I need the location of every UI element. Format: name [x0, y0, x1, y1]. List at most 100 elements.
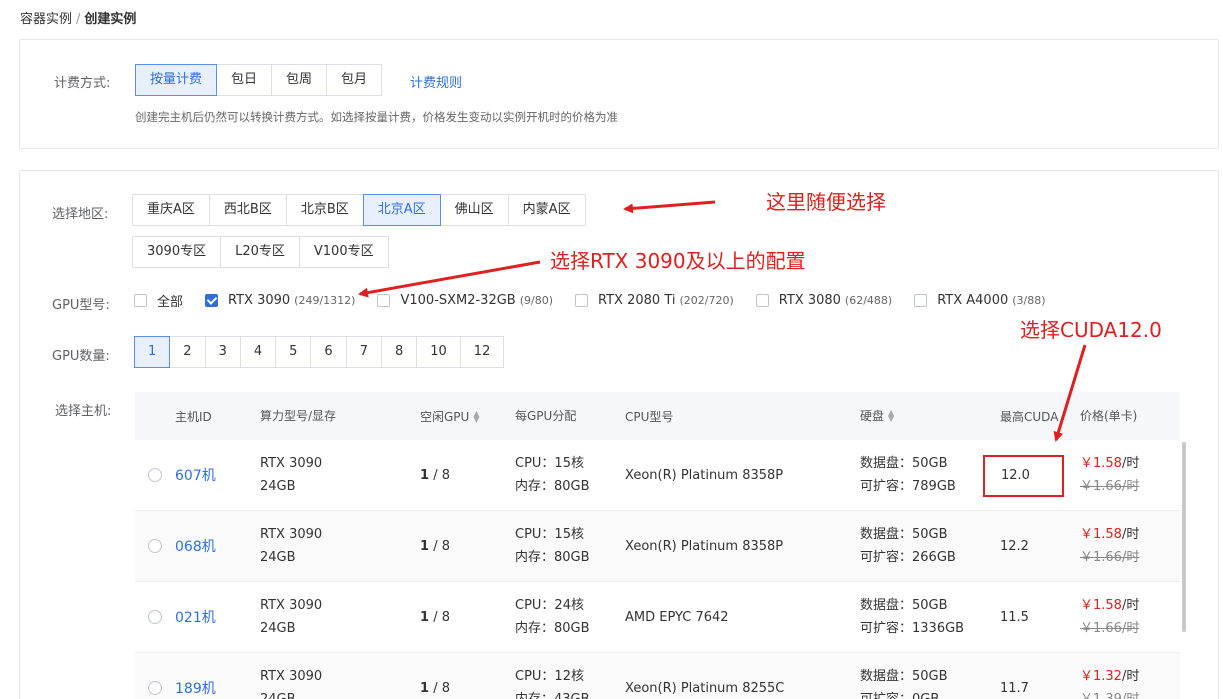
col-free-gpu-label: 空闲GPU [420, 409, 470, 424]
host-id-link[interactable]: 189机 [175, 681, 216, 697]
host-price-unit: /时 [1121, 456, 1140, 471]
host-mem-alloc: 内存：80GB [515, 479, 590, 494]
region-option-v100-zone[interactable]: V100专区 [298, 236, 389, 268]
gpu-model-count: (62/488) [844, 294, 893, 307]
gpu-count-8[interactable]: 8 [380, 336, 418, 368]
col-alloc: 每GPU分配 [515, 408, 577, 423]
checkbox-icon[interactable] [755, 294, 769, 307]
host-disk: 数据盘：50GB [860, 598, 948, 613]
gpu-count-4[interactable]: 4 [239, 336, 277, 368]
breadcrumb-parent[interactable]: 容器实例 [20, 12, 72, 27]
host-cuda: 11.7 [1000, 680, 1029, 696]
radio-icon[interactable] [148, 468, 162, 482]
region-option-beijing-a[interactable]: 北京A区 [362, 194, 441, 226]
checkbox-icon[interactable] [575, 294, 589, 307]
host-free-gpu: 1 / 8 [420, 468, 515, 483]
gpu-model-v100[interactable]: V100-SXM2-32GB (9/80) [377, 293, 553, 308]
host-model: RTX 3090 [260, 527, 323, 542]
gpu-count-5[interactable]: 5 [275, 336, 312, 368]
gpu-count-label: GPU数量: [52, 349, 110, 364]
billing-option-weekly[interactable]: 包周 [271, 64, 328, 96]
host-disk: 数据盘：50GB [860, 669, 948, 684]
host-old-price: ￥1.66/时 [1080, 621, 1140, 636]
radio-icon[interactable] [148, 610, 162, 624]
host-cpu-alloc: CPU：12核 [515, 669, 584, 684]
gpu-model-all[interactable]: 全部 [134, 291, 183, 310]
host-price-value: ￥1.58 [1080, 598, 1122, 613]
host-price-unit: /时 [1121, 669, 1140, 684]
checkbox-icon[interactable] [377, 294, 391, 307]
region-option-beijing-b[interactable]: 北京B区 [285, 194, 364, 226]
gpu-count-10[interactable]: 10 [416, 336, 461, 368]
host-price-value: ￥1.58 [1080, 527, 1122, 542]
region-option-chongqing-a[interactable]: 重庆A区 [132, 194, 210, 226]
col-cpu-model: CPU型号 [625, 409, 674, 424]
host-label: 选择主机: [55, 404, 112, 419]
gpu-count-7[interactable]: 7 [345, 336, 382, 368]
host-free-count: 1 [420, 467, 430, 483]
table-row[interactable]: 021机 RTX 3090 24GB 1 / 8 CPU：24核 内存：80GB AMD E… [135, 582, 1180, 653]
region-option-neimeng-a[interactable]: 内蒙A区 [507, 194, 586, 226]
host-total-gpu: / 8 [433, 680, 450, 696]
host-table: 主机ID 算力型号/显存 空闲GPU ▲ ▼ 每GPU分配 CPU型号 硬盘 ▲ ▼ 最… [135, 392, 1180, 699]
host-vram: 24GB [260, 550, 296, 565]
col-free-gpu[interactable]: 空闲GPU ▲ ▼ [420, 408, 515, 425]
host-free-count: 1 [420, 680, 430, 696]
billing-rules-link[interactable]: 计费规则 [410, 72, 462, 91]
checkbox-icon[interactable] [914, 294, 928, 307]
checkbox-checked-icon[interactable] [205, 294, 219, 307]
host-price: ￥1.58/时 [1080, 452, 1180, 475]
billing-label: 计费方式: [54, 76, 111, 91]
host-id-link[interactable]: 021机 [175, 610, 216, 626]
gpu-model-rtx2080ti[interactable]: RTX 2080 Ti (202/720) [575, 293, 734, 308]
gpu-model-name: RTX 3080 [778, 293, 841, 308]
host-disk-ext: 可扩容：789GB [860, 479, 956, 494]
host-old-price: ￥1.66/时 [1080, 479, 1140, 494]
host-price-unit: /时 [1121, 598, 1140, 613]
host-old-price: ￥1.39/时 [1080, 688, 1180, 699]
billing-option-monthly[interactable]: 包月 [326, 64, 383, 96]
region-selector-row1: 重庆A区 西北B区 北京B区 北京A区 佛山区 内蒙A区 [132, 194, 586, 226]
host-cuda: 11.5 [1000, 609, 1029, 625]
gpu-count-6[interactable]: 6 [310, 336, 347, 368]
host-cpu-model: Xeon(R) Platinum 8358P [625, 538, 784, 554]
host-disk: 数据盘：50GB [860, 456, 948, 471]
radio-icon[interactable] [148, 681, 162, 695]
host-vram: 24GB [260, 688, 420, 699]
col-disk[interactable]: 硬盘 ▲ ▼ [860, 405, 1000, 428]
region-selector-row2: 3090专区 L20专区 V100专区 [132, 236, 389, 268]
table-row[interactable]: 189机RTX 309024GB1 / 8CPU：12核内存：43GBXeon(… [135, 653, 1180, 699]
host-id-link[interactable]: 607机 [175, 468, 216, 484]
gpu-model-rtxa4000[interactable]: RTX A4000 (3/88) [914, 293, 1046, 308]
billing-option-daily[interactable]: 包日 [216, 64, 273, 96]
host-table-header: 主机ID 算力型号/显存 空闲GPU ▲ ▼ 每GPU分配 CPU型号 硬盘 ▲ ▼ 最… [135, 392, 1180, 440]
sort-icon[interactable]: ▲ ▼ [473, 410, 479, 424]
sort-icon[interactable]: ▲ ▼ [888, 409, 894, 423]
billing-option-pay-as-you-go[interactable]: 按量计费 [135, 64, 218, 96]
host-price-value: ￥1.58 [1080, 456, 1122, 471]
table-row[interactable]: 068机 RTX 3090 24GB 1 / 8 CPU：15核 内存：80GB Xeon(… [135, 511, 1180, 582]
col-model: 算力型号/显存 [260, 408, 337, 423]
region-option-l20-zone[interactable]: L20专区 [220, 236, 300, 268]
region-option-foshan[interactable]: 佛山区 [439, 194, 509, 226]
gpu-model-count: (249/1312) [294, 294, 356, 307]
table-scrollbar[interactable] [1182, 442, 1186, 632]
annotation-gpu: 选择RTX 3090及以上的配置 [550, 249, 806, 273]
gpu-model-rtx3090[interactable]: RTX 3090 (249/1312) [205, 293, 355, 308]
gpu-count-12[interactable]: 12 [459, 336, 505, 368]
host-total-gpu: / 8 [433, 609, 450, 625]
host-vram: 24GB [260, 621, 296, 636]
region-option-northwest-b[interactable]: 西北B区 [208, 194, 287, 226]
gpu-model-rtx3080[interactable]: RTX 3080 (62/488) [755, 293, 893, 308]
gpu-count-1[interactable]: 1 [134, 336, 171, 368]
breadcrumb: 容器实例 / 创建实例 [20, 8, 136, 27]
host-id-link[interactable]: 068机 [175, 539, 216, 555]
radio-icon[interactable] [148, 539, 162, 553]
host-price: ￥1.32/时 [1080, 665, 1180, 688]
gpu-count-3[interactable]: 3 [204, 336, 241, 368]
checkbox-icon[interactable] [134, 294, 147, 307]
gpu-model-label: GPU型号: [52, 298, 110, 313]
gpu-count-2[interactable]: 2 [169, 336, 206, 368]
host-free-count: 1 [420, 609, 430, 625]
region-option-3090-zone[interactable]: 3090专区 [132, 236, 222, 268]
